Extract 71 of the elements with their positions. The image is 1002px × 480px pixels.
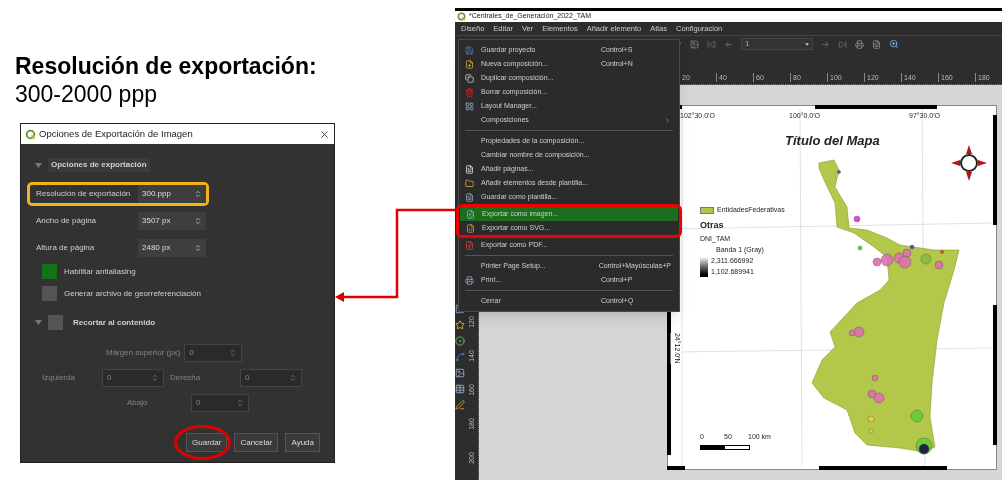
checkbox[interactable] xyxy=(48,315,63,330)
spin-arrows-icon[interactable] xyxy=(236,399,244,407)
save-icon xyxy=(465,45,474,55)
slide-subheading: 300-2000 ppp xyxy=(15,80,158,108)
spin-arrows-icon[interactable] xyxy=(194,244,202,252)
image-icon[interactable] xyxy=(455,368,465,378)
folder-icon xyxy=(465,178,474,188)
table-icon[interactable] xyxy=(455,384,465,394)
pencil-icon[interactable] xyxy=(455,400,465,410)
first-page-icon[interactable] xyxy=(707,39,716,49)
printer-icon xyxy=(465,275,474,285)
section-header[interactable]: Opciones de exportación xyxy=(48,158,150,172)
logo-icon xyxy=(25,128,36,140)
curve-icon[interactable] xyxy=(455,352,465,362)
code-file-icon xyxy=(466,223,475,233)
dialog-title: Opciones de Exportación de Imagen xyxy=(39,126,194,141)
star-icon[interactable] xyxy=(455,320,465,330)
layout-icon xyxy=(465,101,474,111)
new-file-icon xyxy=(465,59,474,69)
dot-icon[interactable] xyxy=(455,336,465,346)
spin-box[interactable]: 0 xyxy=(240,369,302,387)
field-label: Abajo xyxy=(127,397,149,409)
document-icon xyxy=(465,192,474,202)
field-label: Derecha xyxy=(170,372,202,384)
section-header[interactable]: Recortar al contenido xyxy=(73,316,156,329)
legend-swatch xyxy=(700,206,714,214)
dialog-button[interactable]: Cancelar xyxy=(234,433,279,452)
checkbox-label: Habilitar antialiasing xyxy=(64,265,136,278)
legend-group-title: Otras xyxy=(700,218,725,232)
spin-arrows-icon[interactable] xyxy=(151,374,159,382)
spin-box[interactable]: 0 xyxy=(184,344,243,362)
close-icon[interactable] xyxy=(319,128,330,140)
logo-icon xyxy=(457,12,466,21)
field-label: Izquierda xyxy=(42,372,76,384)
expanded-triangle-icon[interactable] xyxy=(35,161,42,169)
field-label: Márgen superior (px) xyxy=(106,347,181,359)
spin-arrows-icon[interactable] xyxy=(229,349,238,357)
slide-heading: Resolución de exportación: xyxy=(15,52,318,80)
page-selector[interactable]: 1 xyxy=(741,38,813,50)
spin-arrows-icon[interactable] xyxy=(194,190,202,198)
checkbox[interactable] xyxy=(42,264,57,279)
spin-arrows-icon[interactable] xyxy=(289,374,297,382)
spin-box[interactable]: 300.ppp xyxy=(138,185,206,203)
spin-box[interactable]: 0 xyxy=(191,394,249,412)
file-icon xyxy=(465,240,474,250)
image-icon[interactable] xyxy=(690,39,699,49)
spin-arrows-icon[interactable] xyxy=(194,217,202,225)
spin-box[interactable]: 2480 px xyxy=(138,239,206,257)
dialog-button[interactable]: Guardar xyxy=(186,433,228,452)
image-file-icon xyxy=(466,209,475,219)
dialog-button[interactable]: Ayuda xyxy=(285,433,320,452)
printer-icon[interactable] xyxy=(855,39,864,49)
copy-icon xyxy=(465,73,474,83)
checkbox[interactable] xyxy=(42,286,57,301)
document-icon[interactable] xyxy=(872,39,881,49)
zoom-icon[interactable] xyxy=(889,39,899,49)
spin-box[interactable]: 0 xyxy=(102,369,164,387)
spin-box[interactable]: 3507 px xyxy=(138,212,206,230)
checkbox-label: Generar archivo de georreferenciación xyxy=(64,287,201,300)
arrow-right-icon[interactable] xyxy=(821,39,830,49)
scale-bar xyxy=(700,444,750,450)
field-label: Altura de página xyxy=(36,242,96,254)
page-icon xyxy=(465,164,474,174)
field-label: Ancho de página xyxy=(36,215,98,227)
trash-icon xyxy=(465,87,474,97)
last-page-icon[interactable] xyxy=(838,39,847,49)
gradient-swatch xyxy=(700,256,708,277)
expanded-triangle-icon[interactable] xyxy=(35,319,42,326)
field-label: Resolución de exportación xyxy=(36,188,132,200)
arrow-left-icon[interactable] xyxy=(724,39,733,49)
map-title: Título del Mapa xyxy=(785,132,880,150)
